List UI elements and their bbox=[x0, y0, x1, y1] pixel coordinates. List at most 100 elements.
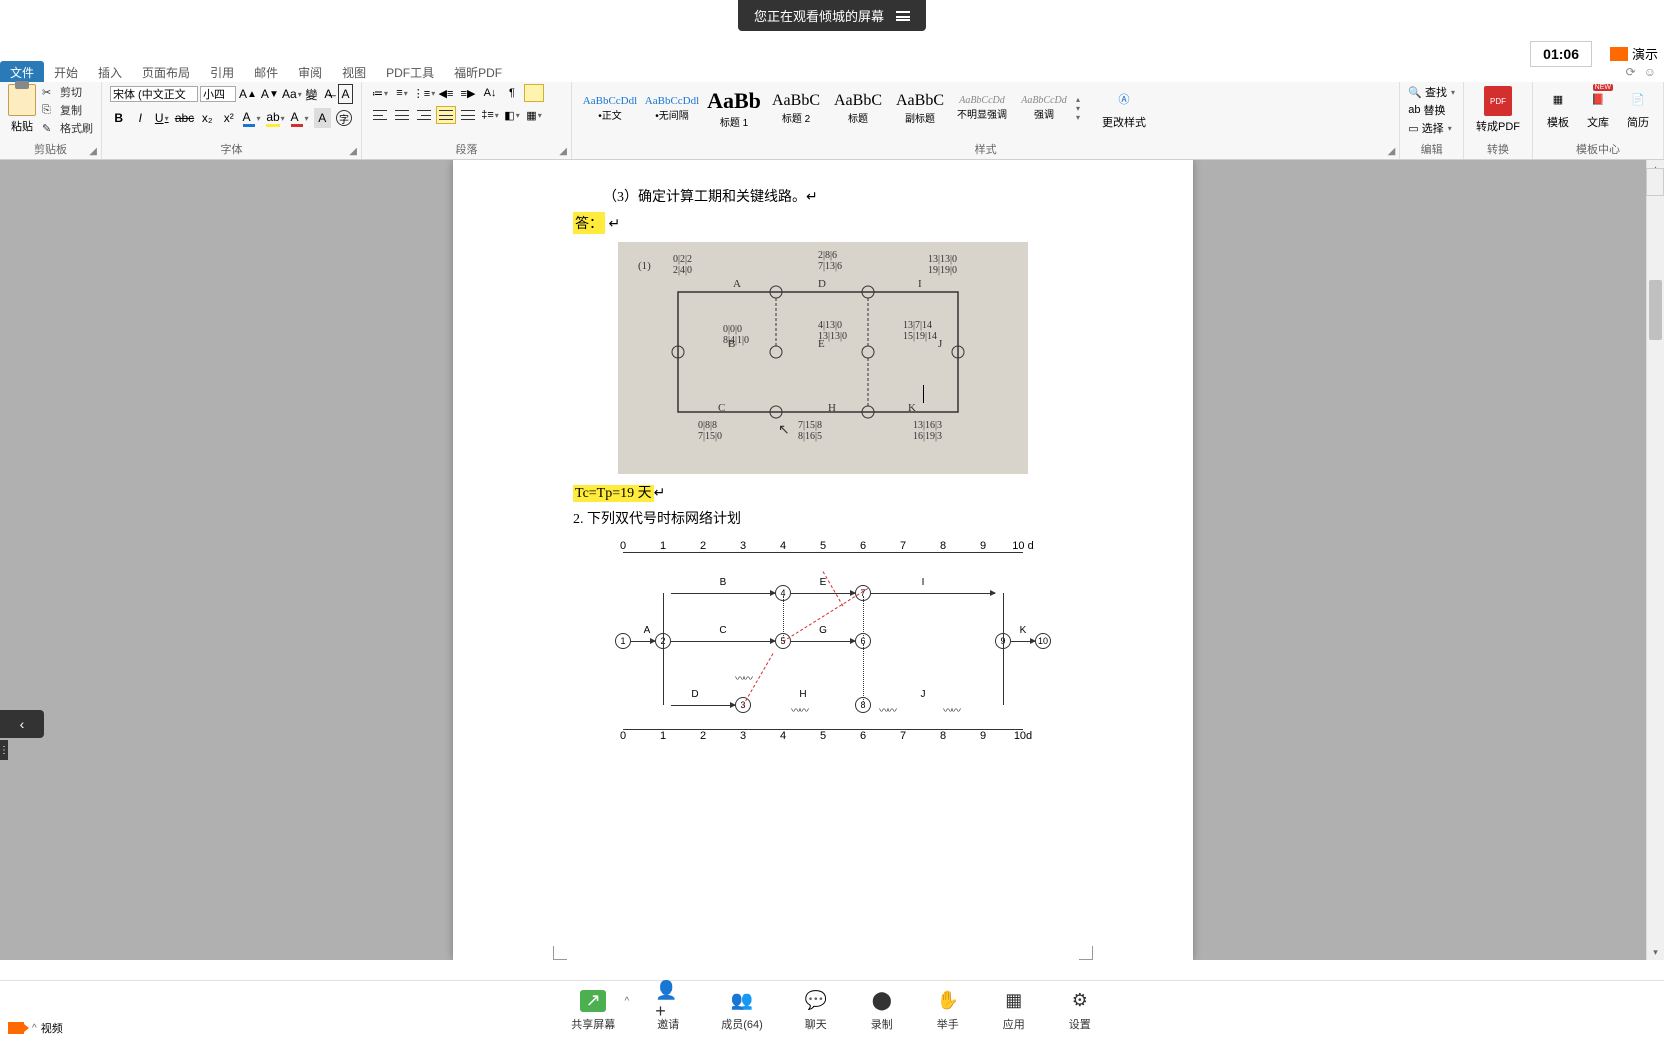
borders-button[interactable]: ▦▾ bbox=[524, 106, 544, 124]
panel-collapse-button[interactable]: ‹ bbox=[0, 710, 44, 738]
superscript-button[interactable]: x² bbox=[220, 108, 238, 128]
dot-68 bbox=[863, 644, 864, 702]
share-menu-icon[interactable] bbox=[896, 11, 910, 21]
node-1: 1 bbox=[615, 633, 631, 649]
font-size-select[interactable] bbox=[200, 86, 236, 102]
vert-9 bbox=[1003, 593, 1004, 705]
style-subtle-emphasis[interactable]: AaBbCcDd不明显强调 bbox=[952, 85, 1012, 131]
style-heading1[interactable]: AaBb标题 1 bbox=[704, 85, 764, 131]
phonetic-button[interactable]: 變 bbox=[304, 84, 319, 104]
italic-button[interactable]: I bbox=[132, 108, 150, 128]
scroll-thumb[interactable] bbox=[1649, 280, 1662, 340]
tab-pdftools[interactable]: PDF工具 bbox=[376, 61, 444, 84]
style-normal[interactable]: AaBbCcDdl•正文 bbox=[580, 85, 640, 131]
styles-more-button[interactable]: ▴▾▾ bbox=[1076, 95, 1092, 122]
vertical-scrollbar[interactable]: ▴ ▾ bbox=[1646, 160, 1664, 960]
tab-references[interactable]: 引用 bbox=[200, 61, 244, 84]
template-button[interactable]: ▦ 模板 bbox=[1541, 84, 1575, 132]
font-family-select[interactable] bbox=[110, 86, 198, 102]
grow-font-button[interactable]: A▲ bbox=[238, 84, 258, 104]
copy-button[interactable]: ⎘复制 bbox=[42, 102, 93, 118]
change-styles-button[interactable]: Ⓐ 更改样式 bbox=[1098, 84, 1150, 132]
align-justify-button[interactable] bbox=[436, 106, 456, 124]
highlight-button[interactable]: ab▾ bbox=[266, 108, 286, 128]
clipboard-launcher[interactable]: ◢ bbox=[89, 146, 97, 157]
document-area[interactable]: （3）确定计算工期和关键线路。↵ 答： ↵ (1) 0|2|2 2|4|0 A … bbox=[0, 160, 1646, 960]
line-spacing-button[interactable]: ‡≡▾ bbox=[480, 106, 500, 124]
indent-increase-button[interactable]: ≡▶ bbox=[458, 84, 478, 102]
char-shading-button[interactable]: A bbox=[314, 108, 332, 128]
shrink-font-button[interactable]: A▼ bbox=[260, 84, 280, 104]
help-icon[interactable]: ☺ bbox=[1644, 65, 1656, 79]
to-pdf-button[interactable]: PDF 转成PDF bbox=[1472, 84, 1524, 136]
align-left-button[interactable] bbox=[370, 106, 390, 124]
bold-button[interactable]: B bbox=[110, 108, 128, 128]
dash-e bbox=[823, 571, 844, 606]
members-button[interactable]: 👥 成员(64) bbox=[721, 990, 763, 1032]
meeting-video-control[interactable]: ^ 视频 bbox=[0, 1016, 71, 1040]
share-caret[interactable]: ^ bbox=[625, 996, 630, 1007]
resume-button[interactable]: 📄 简历 bbox=[1621, 84, 1655, 132]
strike-button[interactable]: abc bbox=[175, 108, 195, 128]
side-panel-tab[interactable] bbox=[1646, 168, 1664, 196]
sort-button[interactable]: A↓ bbox=[480, 84, 500, 102]
cut-button[interactable]: ✂剪切 bbox=[42, 84, 93, 100]
multilevel-button[interactable]: ⋮≡▾ bbox=[414, 84, 434, 102]
select-button[interactable]: ▭选择▾ bbox=[1408, 120, 1455, 136]
bullets-button[interactable]: ≔▾ bbox=[370, 84, 390, 102]
align-center-button[interactable] bbox=[392, 106, 412, 124]
video-caret[interactable]: ^ bbox=[32, 1023, 37, 1034]
tab-mail[interactable]: 邮件 bbox=[244, 61, 288, 84]
align-right-button[interactable] bbox=[414, 106, 434, 124]
style-heading2[interactable]: AaBbC标题 2 bbox=[766, 85, 826, 131]
font-color-button[interactable]: A▾ bbox=[290, 108, 310, 128]
font-launcher[interactable]: ◢ bbox=[349, 146, 357, 157]
tab-foxit[interactable]: 福昕PDF bbox=[444, 61, 512, 84]
invite-button[interactable]: 👤+ 邀请 bbox=[655, 990, 681, 1032]
tab-home[interactable]: 开始 bbox=[44, 61, 88, 84]
paste-button[interactable]: 粘贴 bbox=[8, 84, 36, 134]
settings-button[interactable]: ⚙ 设置 bbox=[1067, 990, 1093, 1032]
change-case-button[interactable]: Aa▾ bbox=[282, 84, 302, 104]
styles-gallery[interactable]: AaBbCcDdl•正文 AaBbCcDdl•无间隔 AaBb标题 1 AaBb… bbox=[580, 84, 1092, 132]
scroll-down-arrow[interactable]: ▾ bbox=[1647, 944, 1664, 960]
indent-decrease-button[interactable]: ◀≡ bbox=[436, 84, 456, 102]
group-template: ▦ 模板 NEW 📕 文库 📄 简历 模板中心 bbox=[1533, 82, 1664, 159]
tab-insert[interactable]: 插入 bbox=[88, 61, 132, 84]
style-nospacing[interactable]: AaBbCcDdl•无间隔 bbox=[642, 85, 702, 131]
show-marks-button[interactable]: ¶ bbox=[502, 84, 522, 102]
styles-launcher[interactable]: ◢ bbox=[1388, 146, 1396, 157]
format-painter-button[interactable]: ✎格式刷 bbox=[42, 120, 93, 136]
library-button[interactable]: NEW 📕 文库 bbox=[1581, 84, 1615, 132]
tab-layout[interactable]: 页面布局 bbox=[132, 61, 200, 84]
record-button[interactable]: ⬤ 录制 bbox=[869, 990, 895, 1032]
raise-hand-button[interactable]: ✋ 举手 bbox=[935, 990, 961, 1032]
char-border-button[interactable]: A bbox=[338, 84, 353, 104]
chat-button[interactable]: 💬 聊天 bbox=[803, 990, 829, 1032]
align-distributed-button[interactable] bbox=[458, 106, 478, 124]
enclose-char-button[interactable]: 字 bbox=[335, 108, 353, 128]
document-page[interactable]: （3）确定计算工期和关键线路。↵ 答： ↵ (1) 0|2|2 2|4|0 A … bbox=[453, 160, 1193, 960]
shading-button[interactable]: ◧▾ bbox=[502, 106, 522, 124]
style-subtitle[interactable]: AaBbC副标题 bbox=[890, 85, 950, 131]
hand-icon: ✋ bbox=[935, 990, 961, 1012]
panel-drag-handle[interactable]: ⋮ bbox=[0, 740, 8, 760]
numbering-button[interactable]: ≡▾ bbox=[392, 84, 412, 102]
find-button[interactable]: 🔍查找▾ bbox=[1408, 84, 1455, 100]
field-shading-button[interactable] bbox=[524, 84, 544, 102]
text-effect-button[interactable]: A▾ bbox=[242, 108, 262, 128]
refresh-icon[interactable]: ⟳ bbox=[1626, 65, 1636, 79]
clear-format-button[interactable]: A̶ bbox=[321, 84, 336, 104]
tab-review[interactable]: 审阅 bbox=[288, 61, 332, 84]
paragraph-launcher[interactable]: ◢ bbox=[559, 146, 567, 157]
underline-button[interactable]: U▾ bbox=[153, 108, 171, 128]
tab-view[interactable]: 视图 bbox=[332, 61, 376, 84]
share-screen-button[interactable]: ↗ 共享屏幕 ^ bbox=[571, 990, 615, 1032]
replace-button[interactable]: ab替换 bbox=[1408, 102, 1455, 118]
style-emphasis[interactable]: AaBbCcDd强调 bbox=[1014, 85, 1074, 131]
group-font: A▲ A▼ Aa▾ 變 A̶ A B I U▾ abc x₂ x² A▾ ab▾… bbox=[102, 82, 362, 159]
apps-button[interactable]: ▦ 应用 bbox=[1001, 990, 1027, 1032]
subscript-button[interactable]: x₂ bbox=[199, 108, 217, 128]
apps-icon: ▦ bbox=[1001, 990, 1027, 1012]
style-title[interactable]: AaBbC标题 bbox=[828, 85, 888, 131]
